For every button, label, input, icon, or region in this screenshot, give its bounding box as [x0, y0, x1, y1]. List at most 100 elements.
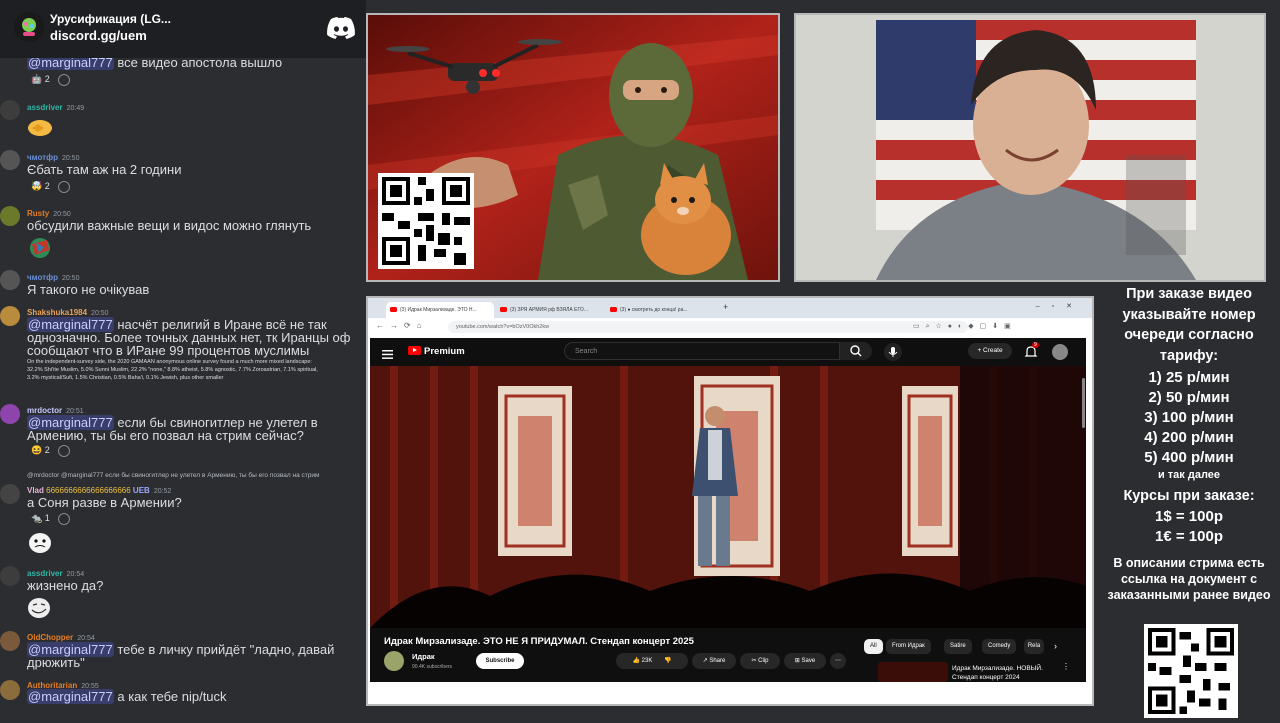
server-name: Урусификация (LG... — [50, 12, 171, 26]
scrollbar[interactable] — [1082, 378, 1085, 428]
timestamp: 20:50 — [61, 155, 80, 162]
username[interactable]: чмотфр 20:50 — [27, 153, 79, 162]
account-avatar[interactable] — [1052, 344, 1068, 360]
channel-name[interactable]: Идрак — [412, 652, 435, 661]
clip-button[interactable]: ✂ Clip — [740, 653, 780, 669]
chip-comedy[interactable]: Comedy — [982, 639, 1017, 654]
tariff-item: 4) 200 р/мин — [1144, 429, 1234, 446]
chip-satire[interactable]: Satire — [944, 639, 972, 654]
timestamp: 20:52 — [153, 488, 172, 495]
username[interactable]: OldChopper 20:54 — [27, 633, 95, 642]
avatar[interactable] — [0, 631, 20, 651]
tariff-etc: и так далее — [1157, 469, 1221, 481]
share-button[interactable]: ↗ Share — [692, 653, 736, 669]
subscribe-button[interactable]: Subscribe — [476, 653, 524, 669]
save-icon: ⊞ — [794, 658, 800, 664]
more-vert-icon[interactable]: ⋮ — [1062, 662, 1070, 671]
add-reaction-icon[interactable] — [57, 180, 70, 193]
timestamp: 20:50 — [53, 211, 71, 218]
like-dislike-group[interactable]: 👍 23K 👎 — [616, 653, 688, 669]
subscriber-count: 90.4K subscribers — [412, 664, 453, 670]
add-reaction-icon[interactable] — [57, 444, 70, 457]
avatar[interactable] — [0, 404, 20, 424]
recommended-title[interactable]: Идрак Мирзализаде. НОВЫЙ. Стендап концер… — [952, 664, 1062, 682]
discord-logo-icon — [327, 17, 355, 39]
avatar[interactable] — [0, 100, 20, 120]
youtube-logo-icon — [408, 346, 421, 355]
browser-tab[interactable]: (3) ● смотреть до конца! ра... — [606, 302, 714, 318]
order-info-panel: При заказе видео указывайте номер очеред… — [1100, 284, 1278, 603]
window-controls[interactable]: –▫✕ — [1036, 302, 1084, 310]
rates-title: Курсы при заказе: — [1123, 488, 1255, 504]
order-header: При заказе видео указывайте номер очеред… — [1122, 286, 1256, 364]
reaction-bar[interactable]: 😆 2 — [27, 443, 70, 457]
notifications-bell-icon[interactable]: 9 — [1024, 342, 1039, 359]
timestamp: 20:54 — [77, 635, 95, 642]
dislike-icon[interactable]: 👎 — [664, 658, 671, 664]
sticker-icon — [27, 530, 53, 559]
youtube-favicon-icon — [500, 307, 507, 312]
youtube-logo[interactable]: Premium — [408, 346, 465, 357]
create-button[interactable]: + Create — [968, 343, 1012, 359]
chevron-right-icon[interactable]: › — [1054, 641, 1057, 651]
message-text: обсудили важные вещи и видос можно гляну… — [27, 218, 312, 233]
carpet-left — [498, 386, 572, 556]
new-tab-icon[interactable]: + — [723, 302, 728, 312]
browser-tab[interactable]: (3) ЗРЯ АРМИЯ рф ВЗЯЛА ЕГО... — [496, 302, 604, 318]
tariff-item: 2) 50 р/мин — [1148, 389, 1230, 406]
server-icon — [14, 12, 44, 42]
tariff-item: 5) 400 р/мин — [1144, 449, 1234, 466]
timestamp: 20:49 — [66, 105, 85, 112]
reaction-count: 2 — [44, 445, 50, 455]
username[interactable]: Shakshuka1984 20:50 — [27, 308, 109, 317]
address-bar[interactable]: youtube.com/watch?v=bOzV0Okh2kw — [448, 321, 968, 333]
search-input[interactable]: Search — [564, 342, 840, 360]
reply-preview[interactable]: @mrdoctor @marginal777 если бы свиногитл… — [27, 472, 319, 479]
username[interactable]: Rusty 20:50 — [27, 209, 71, 218]
avatar[interactable] — [0, 306, 20, 326]
like-button[interactable]: 👍 23K — [633, 658, 653, 664]
reaction-bar[interactable]: 🐀 1 — [27, 511, 70, 525]
video-player[interactable] — [370, 366, 1086, 628]
handshake-emoji-icon — [27, 117, 53, 144]
clip-icon: ✂ — [751, 658, 757, 664]
browser-tab[interactable]: (3) Идрак Мирзализаде. ЭТО Н... — [386, 302, 494, 318]
server-invite-link[interactable]: discord.gg/uem — [50, 28, 147, 43]
tariff-list: 1) 25 р/мин 2) 50 р/мин 3) 100 р/мин 4) … — [1100, 368, 1278, 468]
save-button[interactable]: ⊞ Save — [784, 653, 826, 669]
reaction-bar[interactable]: 🤖 2 — [27, 72, 70, 86]
user-mention[interactable]: @marginal777 — [27, 689, 114, 704]
avatar[interactable] — [0, 680, 20, 700]
chip-related[interactable]: Rela — [1024, 639, 1044, 654]
tariff-item: 1) 25 р/мин — [1148, 369, 1230, 386]
username[interactable]: чмотфр 20:50 — [27, 273, 79, 282]
extension-icons[interactable]: ▭⌕☆●◐◆▢⬇▣ — [913, 322, 1017, 331]
voice-search-button[interactable] — [884, 343, 902, 361]
reaction-bar[interactable]: 🤯 2 — [27, 179, 70, 193]
avatar[interactable] — [0, 150, 20, 170]
message-text: жизнено да? — [27, 578, 104, 593]
avatar[interactable] — [0, 484, 20, 504]
nav-buttons-icon[interactable]: ←→⟳⌂ — [376, 321, 428, 330]
channel-avatar[interactable] — [384, 651, 404, 671]
avatar[interactable] — [0, 270, 20, 290]
username[interactable]: mrdoctor 20:51 — [27, 406, 84, 415]
add-reaction-icon[interactable] — [57, 512, 70, 525]
recommended-thumbnail[interactable] — [878, 662, 948, 682]
username[interactable]: assdriver 20:49 — [27, 103, 84, 112]
chip-all[interactable]: All — [864, 639, 883, 654]
username[interactable]: assdriver 20:54 — [27, 569, 84, 578]
chip-from-channel[interactable]: From Идрак — [886, 639, 931, 654]
timestamp: 20:50 — [91, 310, 109, 317]
trollface-emoji-icon — [27, 596, 53, 625]
username[interactable]: Vlad 6666666666666666666 UEB 20:52 — [27, 486, 171, 495]
menu-icon[interactable] — [382, 346, 393, 359]
avatar[interactable] — [0, 206, 20, 226]
server-header[interactable]: Урусификация (LG... discord.gg/uem — [0, 0, 366, 58]
add-reaction-icon[interactable] — [57, 73, 70, 86]
search-button[interactable] — [840, 342, 872, 360]
video-title: Идрак Мирзализаде. ЭТО НЕ Я ПРИДУМАЛ. Ст… — [384, 636, 694, 647]
search-icon — [850, 345, 862, 357]
avatar[interactable] — [0, 566, 20, 586]
more-actions-icon[interactable]: ⋯ — [830, 653, 846, 669]
